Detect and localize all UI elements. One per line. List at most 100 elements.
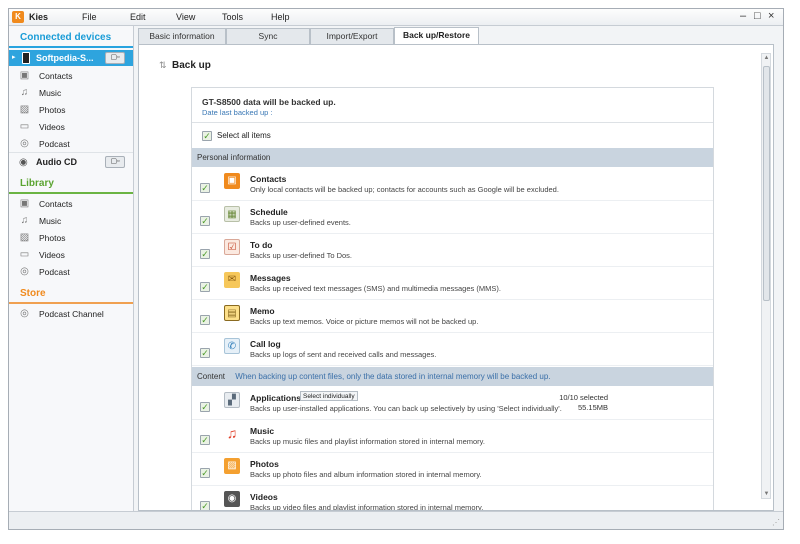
page-title: Back up [172, 60, 211, 71]
item-description: Backs up user-defined events. [250, 218, 351, 227]
group-content: Content When backing up content files, o… [192, 367, 713, 386]
select-individually-button[interactable]: Select individually [300, 391, 358, 401]
menu-file[interactable]: File [82, 12, 97, 22]
backup-item-contacts[interactable]: ✓ ▣ Contacts Only local contacts will be… [192, 168, 713, 201]
group-personal-information: Personal information [192, 148, 713, 167]
item-checkbox[interactable]: ✓ [200, 402, 210, 412]
resize-grip-icon[interactable]: ⋰ [772, 518, 780, 527]
scroll-down-icon[interactable]: ▼ [763, 491, 770, 497]
photos-icon: ▨ [224, 458, 240, 474]
photos-icon: ▨ [19, 232, 30, 243]
vertical-scrollbar[interactable]: ▲ ▼ [761, 53, 771, 499]
close-icon[interactable]: × [768, 10, 774, 22]
sidebar-item-label: Photos [39, 105, 66, 115]
videos-icon: ▭ [19, 121, 30, 132]
sidebar-item-label: Podcast [39, 139, 70, 149]
contacts-icon: ▣ [19, 198, 30, 209]
scroll-up-icon[interactable]: ▲ [763, 55, 770, 61]
menu-tools[interactable]: Tools [222, 12, 243, 22]
tab-import-export[interactable]: Import/Export [310, 28, 394, 44]
maximize-icon[interactable]: □ [754, 10, 761, 22]
photos-icon: ▨ [19, 104, 30, 115]
device-item-contacts[interactable]: ▣ Contacts [9, 67, 133, 84]
backup-item-schedule[interactable]: ✓ ▦ Schedule Backs up user-defined event… [192, 201, 713, 234]
item-checkbox[interactable]: ✓ [200, 216, 210, 226]
selected-count: 10/10 selected [559, 393, 608, 402]
divider [9, 152, 133, 153]
backup-panel: GT-S8500 data will be backed up. Date la… [191, 87, 714, 511]
item-checkbox[interactable]: ✓ [200, 435, 210, 445]
contacts-icon: ▣ [224, 173, 240, 189]
item-checkbox[interactable]: ✓ [200, 501, 210, 510]
item-checkbox[interactable]: ✓ [200, 282, 210, 292]
item-description: Backs up video files and playlist inform… [250, 503, 484, 511]
library-item-music[interactable]: ♫ Music [9, 212, 133, 229]
backup-item-call-log[interactable]: ✓ ✆ Call log Backs up logs of sent and r… [192, 333, 713, 366]
item-checkbox[interactable]: ✓ [200, 468, 210, 478]
device-item-videos[interactable]: ▭ Videos [9, 118, 133, 135]
group-heading: Personal information [197, 153, 271, 162]
item-checkbox[interactable]: ✓ [200, 183, 210, 193]
backup-device-title: GT-S8500 data will be backed up. [202, 97, 336, 107]
sidebar-item-label: Videos [39, 250, 65, 260]
device-item-photos[interactable]: ▨ Photos [9, 101, 133, 118]
podcast-icon: ◎ [20, 266, 29, 277]
group-note: When backing up content files, only the … [235, 372, 551, 381]
sidebar: Connected devices ▸ Softpedia-S... ▢▫ ▣ … [9, 26, 134, 528]
backup-item-memo[interactable]: ✓ ▤ Memo Backs up text memos. Voice or p… [192, 300, 713, 333]
item-checkbox[interactable]: ✓ [200, 315, 210, 325]
item-checkbox[interactable]: ✓ [200, 348, 210, 358]
sidebar-item-label: Contacts [39, 199, 73, 209]
sidebar-item-label: Videos [39, 122, 65, 132]
device-item-podcast[interactable]: ◎ Podcast [9, 135, 133, 152]
library-item-videos[interactable]: ▭ Videos [9, 246, 133, 263]
device-softpedia[interactable]: ▸ Softpedia-S... ▢▫ [9, 50, 133, 66]
store-item-podcast-channel[interactable]: ◎ Podcast Channel [9, 305, 133, 322]
device-options-button[interactable]: ▢▫ [105, 52, 125, 64]
backup-item-music[interactable]: ✓ ♫ Music Backs up music files and playl… [192, 420, 713, 453]
tab-basic-information[interactable]: Basic information [138, 28, 226, 44]
menu-help[interactable]: Help [271, 12, 290, 22]
minimize-icon[interactable]: ‒ [740, 10, 746, 22]
podcast-icon: ◎ [20, 308, 29, 319]
menu-edit[interactable]: Edit [130, 12, 146, 22]
music-icon: ♫ [20, 87, 29, 98]
audio-cd-options-button[interactable]: ▢▫ [105, 156, 125, 168]
memo-icon: ▤ [224, 305, 240, 321]
backup-icon: ⇅ [159, 60, 167, 70]
expand-arrow-icon[interactable]: ▸ [12, 53, 16, 61]
item-checkbox[interactable]: ✓ [200, 249, 210, 259]
item-description: Backs up photo files and album informati… [250, 470, 482, 479]
backup-item-photos[interactable]: ✓ ▨ Photos Backs up photo files and albu… [192, 453, 713, 486]
phone-icon [22, 52, 30, 64]
cd-icon: ◉ [19, 157, 28, 168]
item-description: Backs up user-installed applications. Yo… [250, 404, 562, 413]
backup-item-todo[interactable]: ✓ ☑ To do Backs up user-defined To Dos. [192, 234, 713, 267]
backup-content: ⇅ Back up GT-S8500 data will be backed u… [138, 44, 774, 511]
podcast-icon: ◎ [20, 138, 29, 149]
backup-item-applications[interactable]: ✓ ▞ Applications Select individually Bac… [192, 387, 713, 420]
library-item-photos[interactable]: ▨ Photos [9, 229, 133, 246]
item-title: Call log [250, 339, 281, 349]
tab-backup-restore[interactable]: Back up/Restore [394, 27, 479, 44]
item-description: Backs up text memos. Voice or picture me… [250, 317, 479, 326]
library-heading: Library [9, 174, 133, 194]
item-title: Schedule [250, 207, 288, 217]
envelope-icon: ✉ [224, 272, 240, 288]
backup-item-videos[interactable]: ✓ ◉ Videos Backs up video files and play… [192, 486, 713, 511]
scroll-thumb[interactable] [763, 66, 770, 301]
device-item-music[interactable]: ♫ Music [9, 84, 133, 101]
menu-view[interactable]: View [176, 12, 195, 22]
select-all-checkbox[interactable]: ✓ [202, 131, 212, 141]
kies-window: K Kies File Edit View Tools Help ‒ □ × C… [8, 8, 784, 530]
item-title: Memo [250, 306, 275, 316]
backup-item-messages[interactable]: ✓ ✉ Messages Backs up received text mess… [192, 267, 713, 300]
select-all-label: Select all items [217, 131, 271, 140]
tab-sync[interactable]: Sync [226, 28, 310, 44]
item-title: Contacts [250, 174, 287, 184]
calendar-icon: ▦ [224, 206, 240, 222]
item-description: Backs up user-defined To Dos. [250, 251, 353, 260]
library-item-podcast[interactable]: ◎ Podcast [9, 263, 133, 280]
device-audio-cd[interactable]: ◉ Audio CD ▢▫ [9, 154, 133, 170]
library-item-contacts[interactable]: ▣ Contacts [9, 195, 133, 212]
